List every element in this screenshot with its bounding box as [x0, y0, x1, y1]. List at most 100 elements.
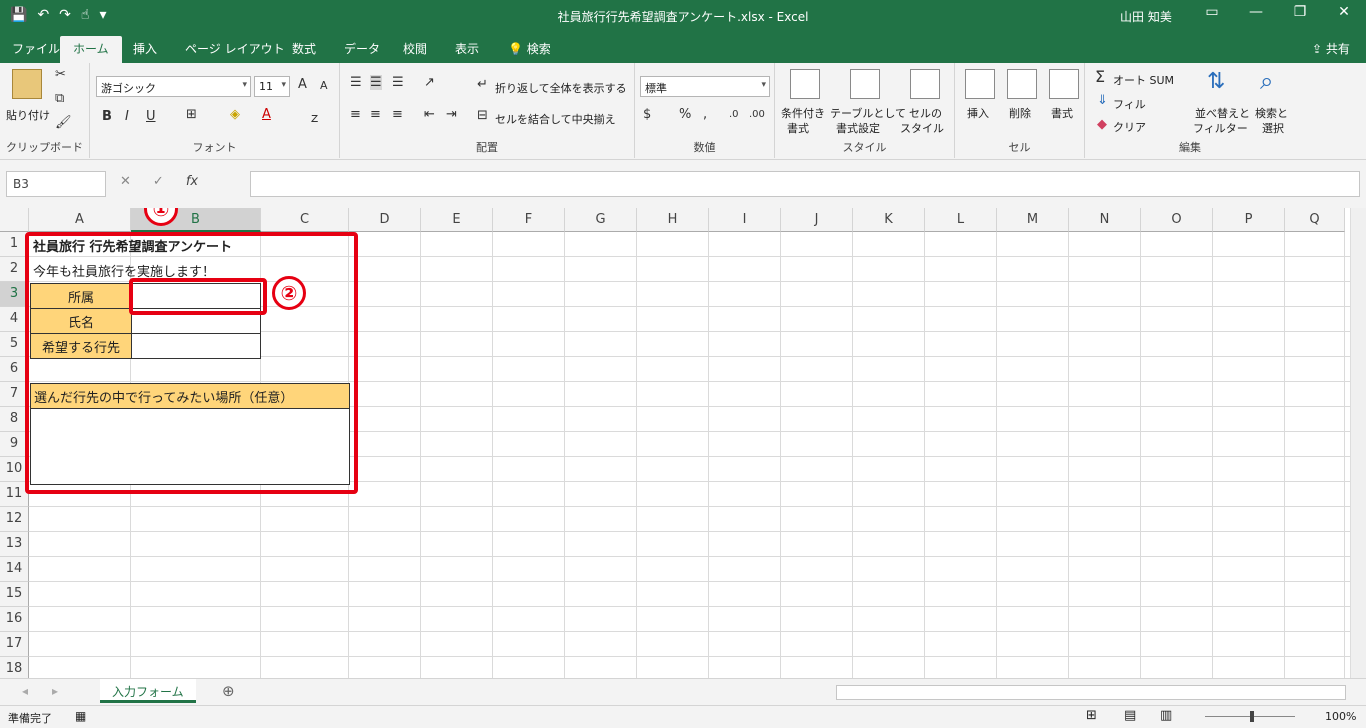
macro-record-icon[interactable]: ▦: [75, 709, 86, 723]
row-header[interactable]: 12: [0, 507, 29, 532]
normal-view-icon[interactable]: ⊞: [1086, 708, 1097, 723]
tab-insert[interactable]: 挿入: [133, 40, 157, 57]
column-header[interactable]: E: [421, 208, 493, 232]
row-header[interactable]: 17: [0, 632, 29, 657]
orientation-icon[interactable]: ↗: [424, 75, 435, 90]
grow-font-icon[interactable]: A: [298, 77, 307, 92]
name-box[interactable]: B3: [6, 171, 106, 197]
column-header[interactable]: P: [1213, 208, 1285, 232]
number-format-dropdown[interactable]: 標準: [640, 76, 770, 97]
column-header[interactable]: K: [853, 208, 925, 232]
format-as-table-label-1[interactable]: テーブルとして: [830, 105, 906, 121]
horizontal-scrollbar[interactable]: [836, 685, 1346, 700]
autosum-icon[interactable]: Σ: [1095, 67, 1105, 86]
italic-icon[interactable]: I: [125, 109, 129, 124]
tab-home[interactable]: ホーム: [60, 36, 122, 63]
find-select-icon[interactable]: ⌕: [1260, 67, 1273, 95]
maximize-icon[interactable]: ❐: [1278, 4, 1322, 20]
clear-icon[interactable]: ◆: [1097, 117, 1107, 132]
decrease-indent-icon[interactable]: ⇤: [424, 107, 435, 122]
enter-icon[interactable]: ✓: [153, 174, 164, 189]
align-right-icon[interactable]: ≡: [392, 107, 403, 122]
comma-style-icon[interactable]: ,: [703, 107, 707, 122]
phonetic-icon[interactable]: ｚ: [308, 107, 321, 126]
column-header[interactable]: A: [29, 208, 131, 232]
sheet-tab-input-form[interactable]: 入力フォーム: [100, 679, 196, 703]
column-header[interactable]: J: [781, 208, 853, 232]
fill-icon[interactable]: ⇓: [1097, 93, 1108, 108]
insert-function-icon[interactable]: fx: [186, 174, 198, 189]
align-middle-icon[interactable]: ☰: [370, 75, 382, 90]
cell-styles-label-2[interactable]: スタイル: [900, 120, 944, 136]
tab-review[interactable]: 校閲: [403, 40, 427, 57]
column-header[interactable]: G: [565, 208, 637, 232]
sort-filter-icon[interactable]: ⇅: [1207, 69, 1225, 94]
sort-filter-label-2[interactable]: フィルター: [1193, 120, 1248, 136]
cell-styles-label-1[interactable]: セルの: [909, 105, 942, 121]
vertical-scrollbar[interactable]: [1350, 208, 1366, 678]
tab-page-layout[interactable]: ページ レイアウト: [185, 40, 285, 57]
autosum-button[interactable]: オート SUM: [1113, 72, 1174, 88]
minimize-icon[interactable]: —: [1234, 4, 1278, 20]
fill-button[interactable]: フィル: [1113, 96, 1146, 112]
font-name-dropdown[interactable]: 游ゴシック: [96, 76, 251, 97]
underline-icon[interactable]: U: [146, 109, 156, 124]
font-size-dropdown[interactable]: 11: [254, 76, 290, 97]
column-header[interactable]: Q: [1285, 208, 1345, 232]
shrink-font-icon[interactable]: A: [320, 79, 328, 92]
user-name[interactable]: 山田 知美: [1120, 8, 1172, 25]
conditional-formatting-label-2[interactable]: 書式: [787, 120, 809, 136]
prev-sheet-icon[interactable]: ◂: [22, 684, 28, 698]
row-header[interactable]: 13: [0, 532, 29, 557]
formula-input[interactable]: [250, 171, 1360, 197]
cell-styles-icon[interactable]: [910, 69, 940, 99]
column-header[interactable]: L: [925, 208, 997, 232]
select-all-corner[interactable]: [0, 208, 29, 232]
find-select-label-1[interactable]: 検索と: [1255, 105, 1288, 121]
column-header[interactable]: F: [493, 208, 565, 232]
tell-me-search[interactable]: 💡 検索: [508, 40, 551, 57]
merge-center-button[interactable]: セルを結合して中央揃え: [495, 111, 616, 127]
increase-decimal-icon[interactable]: .0: [729, 109, 739, 120]
close-icon[interactable]: ✕: [1322, 4, 1366, 20]
column-header[interactable]: H: [637, 208, 709, 232]
conditional-formatting-label-1[interactable]: 条件付き: [781, 105, 825, 121]
column-header[interactable]: I: [709, 208, 781, 232]
delete-cells-button[interactable]: 削除: [1009, 105, 1031, 121]
column-header[interactable]: D: [349, 208, 421, 232]
paste-button[interactable]: 貼り付け: [6, 107, 50, 123]
align-left-icon[interactable]: ≡: [350, 107, 361, 122]
zoom-slider-thumb[interactable]: [1250, 711, 1254, 722]
worksheet-grid[interactable]: ABCDEFGHIJKLMNOPQ 1 2 3 4 5 6 7 8 9 10 11 12 13 14 15 1…: [0, 208, 1350, 678]
format-cells-icon[interactable]: [1049, 69, 1079, 99]
page-layout-view-icon[interactable]: ▤: [1124, 708, 1136, 723]
tab-formulas[interactable]: 数式: [292, 40, 316, 57]
column-header[interactable]: O: [1141, 208, 1213, 232]
borders-icon[interactable]: ⊞: [186, 107, 197, 122]
delete-cells-icon[interactable]: [1007, 69, 1037, 99]
row-header[interactable]: 16: [0, 607, 29, 632]
cancel-icon[interactable]: ✕: [120, 174, 131, 189]
format-as-table-label-2[interactable]: 書式設定: [836, 120, 880, 136]
column-header[interactable]: M: [997, 208, 1069, 232]
bold-icon[interactable]: B: [102, 109, 112, 124]
align-center-icon[interactable]: ≡: [370, 107, 381, 122]
fill-color-icon[interactable]: ◈: [230, 107, 240, 122]
insert-cells-icon[interactable]: [965, 69, 995, 99]
column-header[interactable]: C: [261, 208, 349, 232]
row-header[interactable]: 18: [0, 657, 29, 678]
percent-icon[interactable]: %: [679, 107, 691, 122]
page-break-view-icon[interactable]: ▥: [1160, 708, 1172, 723]
sort-filter-label-1[interactable]: 並べ替えと: [1195, 105, 1250, 121]
share-button[interactable]: ⇪ 共有: [1312, 40, 1350, 57]
wrap-text-button[interactable]: 折り返して全体を表示する: [495, 80, 627, 96]
tab-view[interactable]: 表示: [455, 40, 479, 57]
format-cells-button[interactable]: 書式: [1051, 105, 1073, 121]
tab-file[interactable]: ファイル: [12, 40, 60, 57]
font-color-icon[interactable]: A: [262, 107, 271, 122]
next-sheet-icon[interactable]: ▸: [52, 684, 58, 698]
clear-button[interactable]: クリア: [1113, 119, 1146, 135]
zoom-level[interactable]: 100%: [1325, 710, 1356, 723]
insert-cells-button[interactable]: 挿入: [967, 105, 989, 121]
row-header[interactable]: 15: [0, 582, 29, 607]
